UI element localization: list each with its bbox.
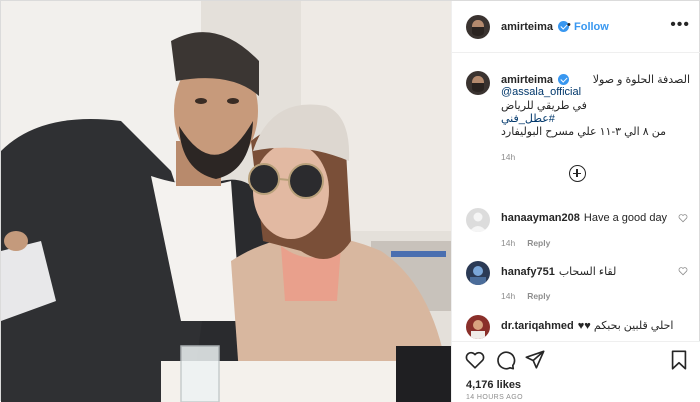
likes-count[interactable]: 4,176 likes [466, 379, 521, 391]
comment-text: dr.tariqahmed ♥♥ احلي قلبين بحبكم [501, 319, 673, 332]
instagram-post: amirteima • Follow ••• amirteima الصدفة … [0, 0, 700, 402]
comment-username[interactable]: hanafy751 [501, 266, 555, 278]
comment-like-icon[interactable] [678, 213, 688, 223]
author-username[interactable]: amirteima [501, 21, 553, 33]
comment-icon[interactable] [494, 349, 516, 371]
caption-hashtag-link[interactable]: #عطل_فني [501, 112, 555, 125]
comment-body: ♥♥ احلي قلبين بحبكم [577, 320, 674, 332]
post-side-pane: amirteima • Follow ••• amirteima الصدفة … [451, 1, 700, 402]
comment-text: hanafy751 لقاء السحاب [501, 265, 616, 278]
paper-plane-icon[interactable] [524, 349, 546, 371]
caption-line-5: من ٨ الي ٣-١١ علي مسرح البوليفارد [501, 126, 666, 138]
comment-meta: 14h Reply [501, 238, 550, 248]
post-photo[interactable] [1, 1, 451, 402]
reply-button[interactable]: Reply [527, 238, 550, 248]
comment-avatar[interactable] [466, 315, 490, 339]
photo-illustration [1, 1, 451, 402]
plus-circle-icon[interactable] [569, 165, 586, 182]
comment-avatar[interactable] [466, 261, 490, 285]
heart-icon[interactable] [464, 349, 486, 371]
comment-like-icon[interactable] [678, 266, 688, 276]
post-header: amirteima • Follow ••• [452, 1, 700, 53]
follow-button[interactable]: Follow [574, 21, 609, 33]
reply-button[interactable]: Reply [527, 291, 550, 301]
comment-username[interactable]: dr.tariqahmed [501, 320, 574, 332]
caption-line-3: في طريقي للرياض [501, 100, 587, 112]
author-avatar[interactable] [466, 15, 490, 39]
comment-username[interactable]: hanaayman208 [501, 212, 580, 224]
comment-body: لقاء السحاب [558, 266, 617, 278]
comment-time: 14h [501, 291, 516, 301]
comment-text: hanaayman208 Have a good day [501, 212, 667, 224]
bookmark-icon[interactable] [668, 349, 690, 371]
caption-username[interactable]: amirteima [501, 74, 553, 86]
comment-item: hanafy751 لقاء السحاب 14h Reply [452, 253, 700, 307]
comment-avatar[interactable] [466, 208, 490, 232]
header-separator: • [567, 19, 571, 31]
comment-time: 14h [501, 238, 516, 248]
more-options-icon[interactable]: ••• [670, 16, 690, 34]
caption-time: 14h [501, 152, 516, 162]
caption-line-1: الصدفة الحلوة و صولا [592, 74, 690, 86]
caption-mention-link[interactable]: @assala_official [501, 86, 581, 98]
comment-item: hanaayman208 Have a good day 14h Reply [452, 200, 700, 254]
post-timestamp: 14 HOURS AGO [466, 394, 523, 401]
post-actions: 4,176 likes 14 HOURS AGO [452, 341, 700, 402]
caption-avatar[interactable] [466, 71, 490, 95]
comment-meta: 14h Reply [501, 291, 550, 301]
verified-badge-icon [558, 74, 569, 85]
comment-body: Have a good day [583, 212, 668, 224]
